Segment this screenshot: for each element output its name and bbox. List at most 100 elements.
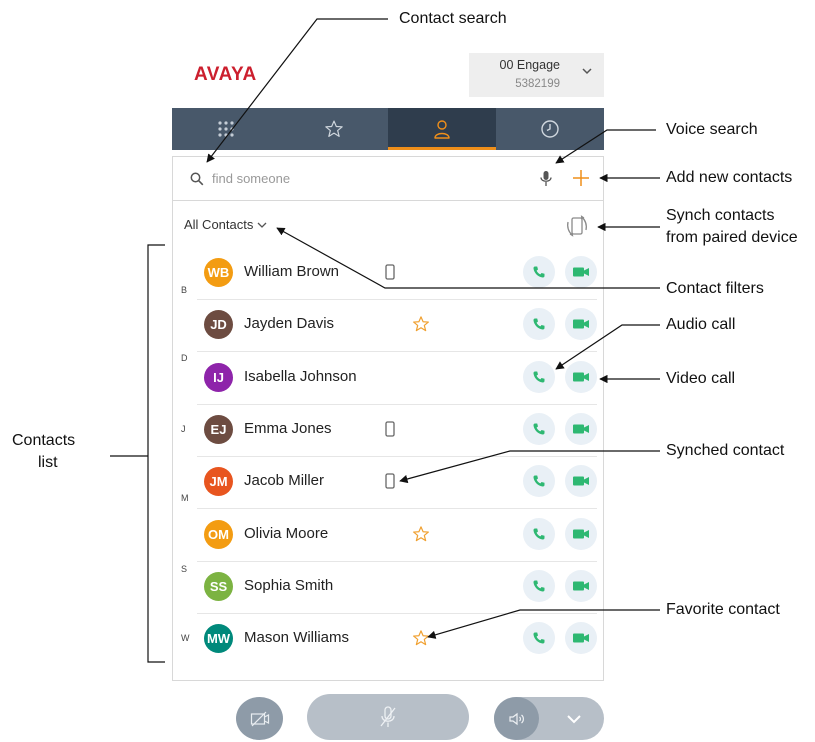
search-input[interactable]	[212, 168, 512, 188]
video-camera-icon	[573, 476, 589, 486]
contact-filter-dropdown[interactable]: All Contacts	[184, 217, 267, 232]
audio-call-button[interactable]	[523, 465, 555, 498]
video-camera-icon	[573, 267, 589, 277]
phone-icon	[533, 423, 545, 435]
callout-contacts-list-line2: list	[38, 454, 58, 471]
video-call-button[interactable]	[565, 360, 597, 393]
avatar: EJ	[204, 414, 233, 444]
avatar: JM	[204, 467, 233, 497]
callout-synched-contact: Synched contact	[666, 442, 785, 459]
audio-call-button[interactable]	[523, 308, 555, 341]
favorite-star-icon	[411, 523, 431, 545]
speaker-control	[494, 697, 604, 740]
contact-name: Isabella Johnson	[244, 367, 357, 385]
tab-dialpad[interactable]	[172, 108, 280, 150]
video-camera-icon	[573, 633, 589, 643]
avatar: JD	[204, 310, 233, 340]
avatar: WB	[204, 258, 233, 287]
tab-favorites[interactable]	[280, 108, 388, 150]
video-camera-icon	[573, 319, 589, 329]
add-contact-button[interactable]	[571, 168, 591, 188]
account-selector[interactable]: 00 Engage 5382199	[469, 53, 604, 97]
phone-icon	[533, 632, 545, 644]
video-camera-icon	[573, 581, 589, 591]
audio-call-button[interactable]	[523, 622, 555, 655]
video-camera-icon	[573, 372, 589, 382]
phone-icon	[533, 475, 545, 487]
contact-row[interactable]: JD Jayden Davis	[197, 300, 597, 353]
tab-history[interactable]	[496, 108, 604, 150]
audio-call-button[interactable]	[523, 569, 555, 602]
letter-index: J	[181, 424, 186, 434]
letter-index: S	[181, 564, 188, 574]
sync-contacts-button[interactable]	[563, 212, 591, 240]
callout-video-call: Video call	[666, 370, 736, 387]
avatar: IJ	[204, 362, 233, 392]
letter-index: B	[181, 285, 188, 295]
phone-icon	[533, 266, 545, 278]
dialpad-icon	[218, 121, 234, 137]
video-call-button[interactable]	[565, 256, 597, 288]
contact-row[interactable]: EJ Emma Jones	[197, 405, 597, 457]
speaker-icon	[508, 712, 524, 725]
synched-device-icon	[380, 418, 400, 440]
chevron-down-icon[interactable]	[564, 709, 584, 729]
callout-voice-search: Voice search	[666, 121, 758, 138]
tab-contacts[interactable]	[388, 108, 496, 150]
contact-name: Sophia Smith	[244, 576, 334, 594]
contact-row[interactable]: JM Jacob Miller	[197, 457, 597, 510]
callout-contacts-list-line1: Contacts	[12, 432, 76, 449]
contact-row[interactable]: IJ Isabella Johnson	[197, 353, 597, 405]
video-call-button[interactable]	[565, 622, 597, 655]
audio-call-button[interactable]	[523, 517, 555, 550]
chevron-down-icon	[257, 222, 267, 228]
mute-button[interactable]	[307, 694, 469, 740]
callout-contact-search: Contact search	[399, 10, 507, 27]
favorite-star-icon	[411, 313, 431, 335]
search-icon	[190, 172, 204, 186]
audio-call-button[interactable]	[523, 412, 555, 445]
contact-row[interactable]: WB William Brown	[197, 248, 597, 300]
main-tab-bar	[172, 108, 604, 150]
phone-icon	[533, 318, 545, 330]
microphone-icon[interactable]	[540, 170, 552, 187]
avatar: MW	[204, 624, 233, 654]
video-call-button[interactable]	[565, 308, 597, 341]
synched-device-icon	[380, 261, 400, 283]
contact-name: Emma Jones	[244, 419, 332, 437]
star-icon	[325, 120, 343, 137]
video-call-button[interactable]	[565, 412, 597, 445]
camera-off-icon	[250, 711, 269, 726]
contact-name: Mason Williams	[244, 629, 350, 647]
favorite-star-icon	[411, 627, 431, 649]
chevron-down-icon	[582, 68, 592, 75]
contact-name: Olivia Moore	[244, 524, 329, 542]
phone-icon	[533, 371, 545, 383]
contact-name: Jacob Miller	[244, 472, 325, 490]
speaker-button[interactable]	[494, 697, 539, 740]
callout-favorite-contact: Favorite contact	[666, 601, 780, 618]
callout-synch-line1: Synch contacts	[666, 207, 775, 224]
callout-contact-filters: Contact filters	[666, 280, 764, 297]
video-call-button[interactable]	[565, 517, 597, 550]
callout-add-new-contacts: Add new contacts	[666, 169, 793, 186]
callout-synch-line2: from paired device	[666, 229, 798, 246]
contact-search-bar	[172, 156, 604, 201]
letter-index: D	[181, 353, 188, 363]
video-call-button[interactable]	[565, 569, 597, 602]
video-camera-icon	[573, 424, 589, 434]
audio-call-button[interactable]	[523, 256, 555, 288]
contact-row[interactable]: OM Olivia Moore	[197, 510, 597, 562]
callout-audio-call: Audio call	[666, 316, 736, 333]
person-icon	[434, 120, 450, 139]
contact-row[interactable]: MW Mason Williams	[197, 614, 597, 666]
account-name: 00 Engage	[499, 58, 560, 72]
phone-icon	[533, 580, 545, 592]
filter-label: All Contacts	[184, 217, 254, 232]
video-camera-icon	[573, 529, 589, 538]
video-call-button[interactable]	[565, 465, 597, 498]
camera-toggle-button[interactable]	[236, 697, 283, 740]
avatar: OM	[204, 519, 233, 549]
contact-row[interactable]: SS Sophia Smith	[197, 562, 597, 614]
audio-call-button[interactable]	[523, 360, 555, 393]
